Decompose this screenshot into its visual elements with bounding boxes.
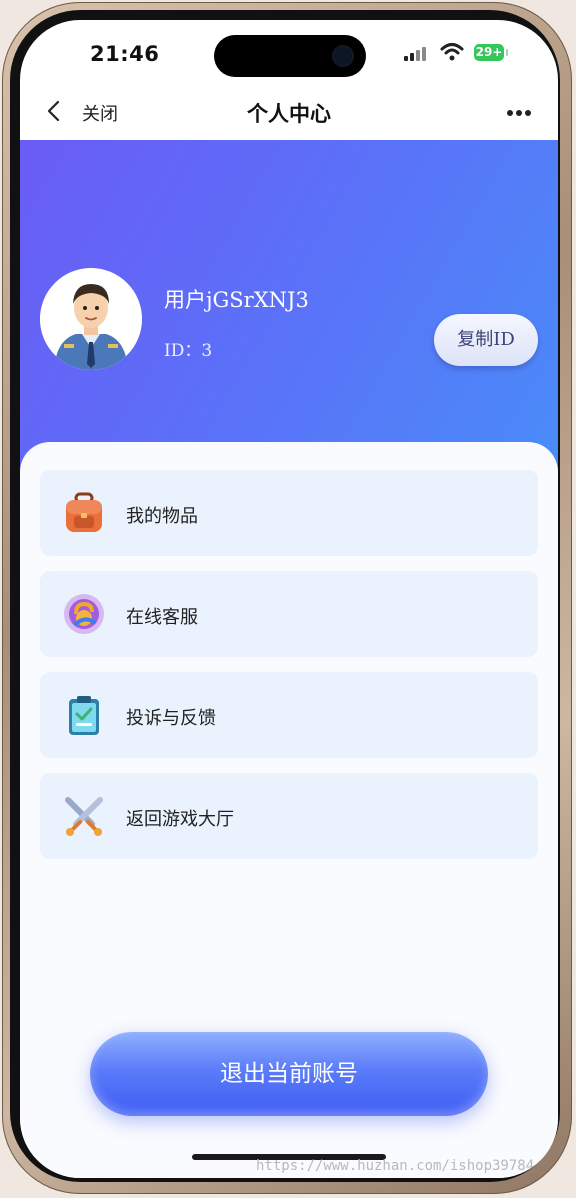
copy-id-button[interactable]: 复制ID <box>434 314 538 366</box>
menu-item-return-lobby[interactable]: 返回游戏大厅 <box>40 773 538 859</box>
menu-item-label: 返回游戏大厅 <box>126 809 234 830</box>
menu-item-feedback[interactable]: 投诉与反馈 <box>40 672 538 758</box>
clipboard-icon <box>69 696 99 735</box>
user-id: ID：3 <box>164 341 213 361</box>
status-time: 21:46 <box>90 42 160 66</box>
status-bar: 21:46 29+ <box>20 20 558 84</box>
officer-avatar-icon <box>40 268 142 370</box>
customer-service-icon <box>64 594 104 634</box>
battery-icon: 29+ <box>474 44 508 61</box>
menu-item-customer-service[interactable]: 在线客服 <box>40 571 538 657</box>
screen: 21:46 29+ 关闭 个人中心 用户jGSrXNJ3 ID：3 复制ID 我… <box>20 20 558 1178</box>
logout-button[interactable]: 退出当前账号 <box>90 1032 488 1116</box>
menu-item-label: 投诉与反馈 <box>126 708 216 729</box>
nav-bar: 关闭 个人中心 <box>20 84 558 140</box>
more-options-icon[interactable] <box>507 110 531 116</box>
crossed-swords-icon <box>65 797 103 836</box>
avatar <box>40 268 142 370</box>
profile-header: 用户jGSrXNJ3 ID：3 复制ID <box>20 140 558 480</box>
menu-item-label: 我的物品 <box>126 506 198 527</box>
cellular-signal-icon <box>404 45 430 61</box>
username: 用户jGSrXNJ3 <box>164 288 309 312</box>
menu-item-label: 在线客服 <box>126 607 198 628</box>
watermark-text: https://www.huzhan.com/ishop39784 <box>256 1158 535 1174</box>
page-title: 个人中心 <box>247 102 331 126</box>
wifi-icon <box>440 43 464 61</box>
camera-icon <box>334 47 352 65</box>
menu-item-my-items[interactable]: 我的物品 <box>40 470 538 556</box>
backpack-icon <box>66 492 102 532</box>
dynamic-island <box>214 35 366 77</box>
